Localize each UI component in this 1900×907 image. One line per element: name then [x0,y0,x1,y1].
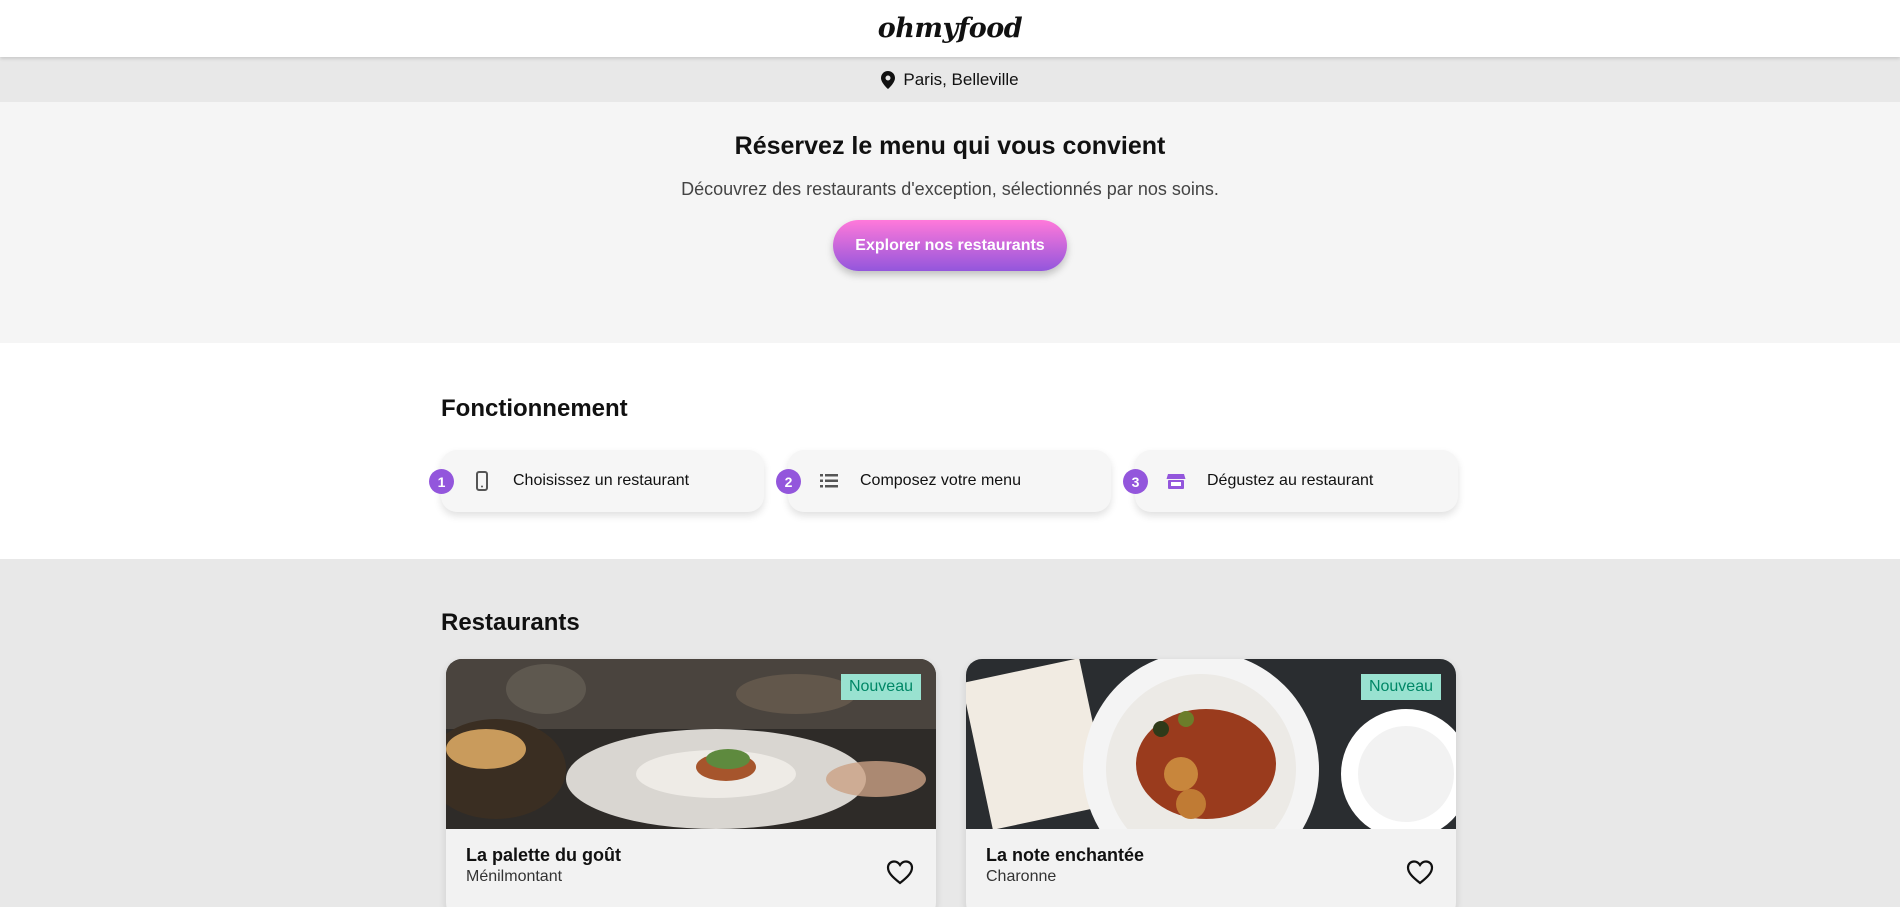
restaurants-section: Restaurants Nouveau La palette du goût M… [0,559,1900,907]
location-bar: Paris, Belleville [0,57,1900,102]
hero-section: Réservez le menu qui vous convient Décou… [0,102,1900,343]
restaurant-photo: Nouveau [446,659,936,829]
restaurant-card[interactable]: Nouveau La note enchantée Charonne [966,659,1456,907]
steps-list: 1 Choisissez un restaurant 2 Composez vo… [429,450,1900,512]
restaurant-cards: Nouveau La palette du goût Ménilmontant [441,659,1900,907]
store-icon [1165,470,1187,492]
step-label: Dégustez au restaurant [1207,472,1374,489]
heart-icon[interactable] [1406,859,1434,885]
hero-subtitle: Découvrez des restaurants d'exception, s… [681,179,1219,199]
card-info: La note enchantée Charonne [966,829,1456,902]
step-2: 2 Composez votre menu [776,450,1111,512]
list-icon [818,470,840,492]
restaurant-photo: Nouveau [966,659,1456,829]
restaurant-area: Charonne [986,868,1057,885]
how-title: Fonctionnement [441,395,628,422]
restaurants-title: Restaurants [441,609,580,636]
card-info: La palette du goût Ménilmontant [446,829,936,902]
restaurant-area: Ménilmontant [466,868,563,885]
step-number: 1 [429,469,454,494]
step-label: Composez votre menu [860,472,1021,489]
new-badge: Nouveau [840,674,921,700]
logo[interactable]: ohmyfood [878,13,1023,44]
new-badge: Nouveau [1360,674,1441,700]
explore-restaurants-button[interactable]: Explorer nos restaurants [833,220,1067,271]
how-it-works-section: Fonctionnement 1 Choisissez un restauran… [0,343,1900,559]
restaurant-card[interactable]: Nouveau La palette du goût Ménilmontant [446,659,936,907]
heart-icon[interactable] [886,859,914,885]
site-header: ohmyfood [0,0,1900,57]
smartphone-icon [471,470,493,492]
hero-title: Réservez le menu qui vous convient [734,132,1166,160]
step-label: Choisissez un restaurant [513,472,690,489]
step-number: 3 [1123,469,1148,494]
restaurant-name: La note enchantée [986,845,1145,865]
restaurant-name: La palette du goût [466,845,621,865]
step-1: 1 Choisissez un restaurant [429,450,764,512]
step-number: 2 [776,469,801,494]
map-pin-icon [881,70,896,89]
step-3: 3 Dégustez au restaurant [1123,450,1458,512]
location-label: Paris, Belleville [903,69,1019,89]
